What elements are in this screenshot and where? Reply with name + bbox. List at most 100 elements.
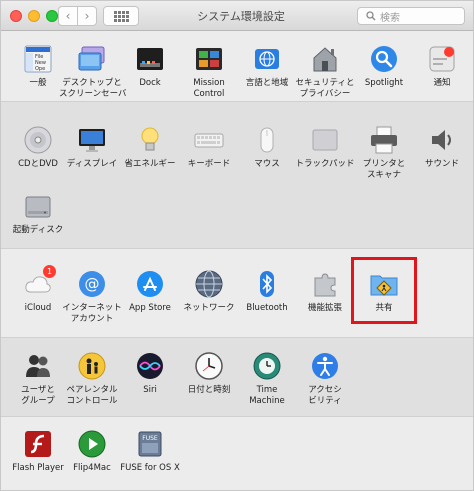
pref-label: トラックパッド	[295, 159, 355, 169]
pref-accessibility[interactable]: アクセシ ビリティ	[292, 350, 358, 407]
timemachine-icon	[251, 350, 283, 382]
display-icon	[76, 124, 108, 156]
bluetooth-icon	[251, 268, 283, 300]
pref-label: App Store	[129, 303, 171, 313]
svg-text:FUSE: FUSE	[142, 435, 158, 442]
pref-label: Spotlight	[364, 78, 404, 88]
pref-energy-saver[interactable]: 省エネルギー	[117, 124, 183, 170]
pref-notifications[interactable]: 通知	[409, 43, 473, 89]
pref-label: 機能拡張	[307, 303, 342, 313]
pref-label: サウンド	[424, 159, 459, 169]
pref-label: インターネット アカウント	[62, 303, 122, 324]
clock-icon	[193, 350, 225, 382]
dock-icon	[134, 43, 166, 75]
minimize-window-button[interactable]	[28, 10, 40, 22]
pref-label: マウス	[254, 159, 280, 169]
parental-icon	[76, 350, 108, 382]
section-personal: File New Ope 一般 デスクトップと スクリーンセーバ Dock Mi…	[1, 32, 473, 100]
pref-label: セキュリティと プライバシー	[295, 78, 355, 99]
pref-desktop[interactable]: デスクトップと スクリーンセーバ	[59, 43, 127, 100]
pref-trackpad[interactable]: トラックパッド	[292, 124, 358, 170]
pref-label: 通知	[433, 78, 451, 88]
pref-security[interactable]: セキュリティと プライバシー	[292, 43, 358, 100]
pref-internet-accounts[interactable]: @ インターネット アカウント	[59, 268, 125, 325]
pref-label: アクセシ ビリティ	[308, 385, 342, 406]
pref-bluetooth[interactable]: Bluetooth	[234, 268, 300, 314]
pref-siri[interactable]: Siri	[117, 350, 183, 396]
pref-fuse[interactable]: FUSE FUSE for OS X	[117, 428, 183, 474]
back-button[interactable]: ‹	[58, 6, 78, 26]
notifications-icon	[426, 43, 458, 75]
pref-printers[interactable]: プリンタと スキャナ	[351, 124, 417, 181]
spotlight-icon	[368, 43, 400, 75]
general-icon: File New Ope	[22, 43, 54, 75]
pref-dock[interactable]: Dock	[117, 43, 183, 89]
grid-icon	[113, 10, 129, 22]
window-title: システム環境設定	[197, 10, 285, 23]
siri-icon	[134, 350, 166, 382]
users-icon	[22, 350, 54, 382]
pref-mission-control[interactable]: Mission Control	[176, 43, 242, 100]
pref-label: Bluetooth	[246, 303, 288, 313]
flag-icon	[251, 43, 283, 75]
icloud-badge: 1	[43, 265, 56, 278]
pref-app-store[interactable]: App Store	[117, 268, 183, 314]
bulb-icon	[134, 124, 166, 156]
search-icon	[366, 11, 376, 21]
zoom-window-button[interactable]	[46, 10, 58, 22]
pref-label: プリンタと スキャナ	[362, 159, 406, 180]
fuse-icon: FUSE	[134, 428, 166, 460]
chevron-right-icon: ›	[84, 9, 90, 23]
pref-startup-disk[interactable]: 起動ディスク	[5, 190, 71, 236]
pref-parental-controls[interactable]: ペアレンタル コントロール	[59, 350, 125, 407]
globe-icon	[193, 268, 225, 300]
pref-mouse[interactable]: マウス	[234, 124, 300, 170]
pref-keyboard[interactable]: キーボード	[176, 124, 242, 170]
search-field[interactable]: 検索	[357, 7, 465, 25]
desktop-icon	[76, 43, 108, 75]
pref-label: ペアレンタル コントロール	[66, 385, 118, 406]
pref-flip4mac[interactable]: Flip4Mac	[59, 428, 125, 474]
house-icon	[309, 43, 341, 75]
pref-spotlight[interactable]: Spotlight	[351, 43, 417, 89]
pref-sound[interactable]: サウンド	[409, 124, 473, 170]
mission-control-icon	[193, 43, 225, 75]
pref-displays[interactable]: ディスプレイ	[59, 124, 125, 170]
disc-icon	[22, 124, 54, 156]
play-icon	[76, 428, 108, 460]
accessibility-icon	[309, 350, 341, 382]
pref-label: Siri	[143, 385, 157, 395]
forward-button[interactable]: ›	[77, 6, 97, 26]
pref-label: ディスプレイ	[66, 159, 118, 169]
section-hardware: CDとDVD ディスプレイ 省エネルギー キーボード マウス トラックパッド プ…	[1, 101, 473, 249]
puzzle-icon	[309, 268, 341, 300]
sharing-highlight-box	[351, 257, 417, 324]
section-other: Flash Player Flip4Mac FUSE FUSE for OS X	[1, 418, 473, 490]
pref-label: Time Machine	[249, 385, 285, 406]
pref-label: 省エネルギー	[124, 159, 176, 169]
pref-label: FUSE for OS X	[120, 463, 180, 473]
pref-network[interactable]: ネットワーク	[176, 268, 242, 314]
pref-time-machine[interactable]: Time Machine	[234, 350, 300, 407]
mouse-icon	[251, 124, 283, 156]
pref-label: Mission Control	[193, 78, 225, 99]
pref-date-time[interactable]: 日付と時刻	[176, 350, 242, 396]
disk-icon	[22, 190, 54, 222]
title-bar: ‹ › システム環境設定 検索	[1, 1, 473, 31]
pref-language[interactable]: 言語と地域	[234, 43, 300, 89]
trackpad-icon	[309, 124, 341, 156]
printer-icon	[368, 124, 400, 156]
section-system: ユーザと グループ ペアレンタル コントロール Siri 日付と時刻 Time …	[1, 337, 473, 417]
pref-label: 言語と地域	[245, 78, 289, 88]
keyboard-icon	[193, 124, 225, 156]
flash-icon	[22, 428, 54, 460]
chevron-left-icon: ‹	[65, 9, 71, 23]
pref-label: ネットワーク	[183, 303, 235, 313]
close-window-button[interactable]	[10, 10, 22, 22]
cloud-icon: 1	[22, 265, 56, 300]
pref-extensions[interactable]: 機能拡張	[292, 268, 358, 314]
show-all-button[interactable]	[103, 6, 139, 26]
appstore-icon	[134, 268, 166, 300]
pref-label: Flip4Mac	[73, 463, 111, 473]
pref-label: 日付と時刻	[187, 385, 231, 395]
